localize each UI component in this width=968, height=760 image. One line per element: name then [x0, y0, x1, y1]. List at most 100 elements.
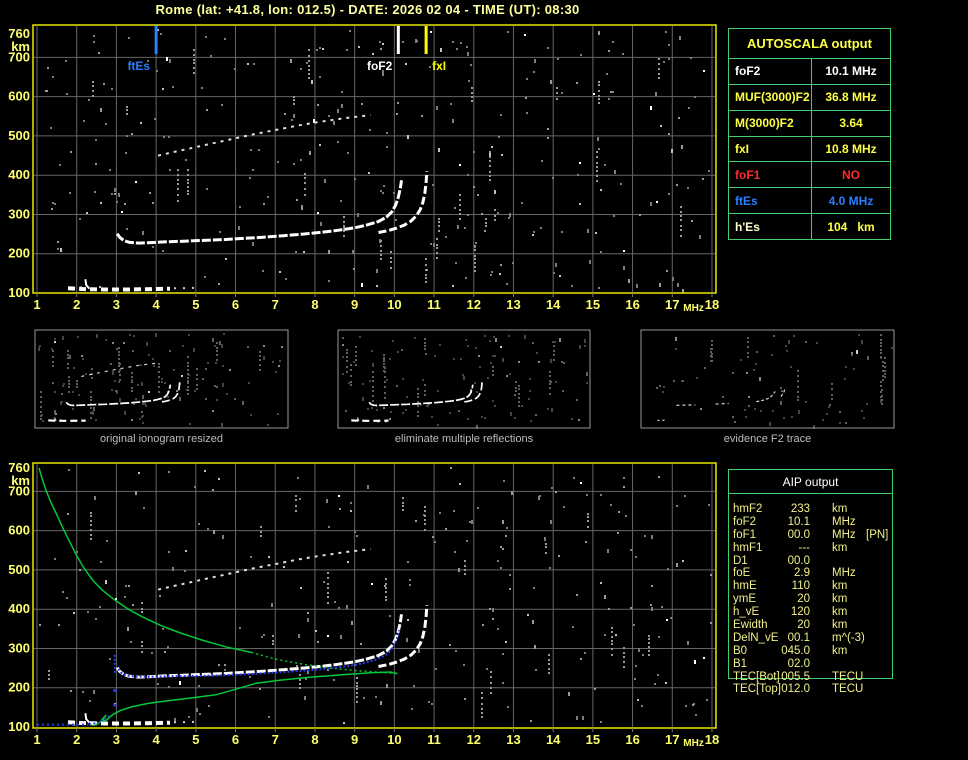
table-row: M(3000)F23.64 [729, 111, 890, 137]
parameter-value: 36.8 MHz [812, 85, 890, 110]
aip-row: DelN_vE00.1m^(-3) [728, 632, 906, 645]
parameter-unit: km [832, 619, 847, 631]
table-row: ftEs4.0 MHz [729, 188, 890, 214]
svg-text:400: 400 [8, 167, 30, 182]
svg-text:100: 100 [8, 719, 30, 734]
table-row: MUF(3000)F236.8 MHz [729, 85, 890, 111]
svg-text:11: 11 [427, 297, 441, 312]
table-row: foF210.1 MHz [729, 59, 890, 85]
parameter-value: 10.1 [750, 516, 810, 528]
parameter-unit: km [832, 606, 847, 618]
svg-text:300: 300 [8, 640, 30, 655]
table-row: fxI10.8 MHz [729, 137, 890, 163]
parameter-note: [PN] [866, 529, 888, 541]
parameter-value: 10.1 MHz [812, 59, 890, 84]
x-axis-unit: MHz [683, 738, 704, 749]
svg-text:13: 13 [506, 732, 520, 747]
noise-dots [39, 467, 712, 726]
svg-text:200: 200 [8, 246, 30, 261]
aip-row: B102.0 [728, 658, 906, 671]
parameter-value: 20 [750, 619, 810, 631]
svg-text:7: 7 [272, 297, 279, 312]
fxi-marker: fxI [426, 26, 446, 73]
parameter-value: 00.1 [750, 632, 810, 644]
parameter-value: 3.64 [812, 111, 890, 136]
aip-row: B0045.0 km [728, 645, 906, 658]
top-ionogram-plot: 123456789101112131415161718MHz7607006005… [8, 25, 719, 314]
parameter-unit: km [832, 542, 847, 554]
parameter-value: 10.8 MHz [812, 137, 890, 162]
x-axis-labels: 123456789101112131415161718MHz [33, 732, 719, 749]
svg-text:10: 10 [387, 297, 401, 312]
svg-text:6: 6 [232, 297, 239, 312]
parameter-unit: km [832, 645, 847, 657]
aip-row: foF210.1MHz [728, 516, 906, 529]
svg-text:6: 6 [232, 732, 239, 747]
parameter-label: B0 [733, 645, 747, 657]
svg-text:2: 2 [73, 297, 80, 312]
svg-text:8: 8 [311, 732, 318, 747]
parameter-unit: km [832, 503, 847, 515]
svg-text:500: 500 [8, 128, 30, 143]
svg-text:8: 8 [311, 297, 318, 312]
svg-text:14: 14 [546, 297, 561, 312]
svg-text:200: 200 [8, 680, 30, 695]
aip-row: h_vE120km [728, 606, 906, 619]
svg-text:2: 2 [73, 732, 80, 747]
parameter-label: MUF(3000)F2 [729, 85, 812, 110]
svg-text:500: 500 [8, 562, 30, 577]
svg-text:12: 12 [467, 297, 481, 312]
parameter-unit: km [832, 580, 847, 592]
aip-row: ymE20km [728, 593, 906, 606]
svg-text:9: 9 [351, 297, 358, 312]
svg-text:100: 100 [8, 285, 30, 300]
panel-traces [658, 388, 786, 420]
aip-table-rows: hmF2233kmfoF210.1MHzfoF100.0MHz[PN]hmF1-… [728, 503, 906, 696]
svg-text:9: 9 [351, 732, 358, 747]
parameter-value: 045.0 [750, 645, 810, 657]
aip-row: hmF2233km [728, 503, 906, 516]
parameter-label: h'Es [729, 214, 812, 239]
parameter-unit: TECU [832, 683, 863, 695]
y-axis-unit: km [11, 39, 30, 54]
autoscala-window: Rome (lat: +41.8, lon: 012.5) - DATE: 20… [0, 0, 968, 755]
y-axis-unit: km [11, 473, 30, 488]
svg-text:4: 4 [153, 297, 161, 312]
parameter-value: 4.0 MHz [812, 188, 890, 213]
svg-text:3: 3 [113, 732, 120, 747]
aip-row: TEC[Bot]005.5TECU [728, 671, 906, 684]
panel-original-ionogram [35, 330, 288, 428]
y-axis-labels: 760700600500400300200100km [8, 460, 30, 734]
parameter-label: ftEs [729, 188, 812, 213]
parameter-value: 00.0 [750, 529, 810, 541]
fof2-marker: foF2 [367, 26, 398, 73]
aip-row: hmE110km [728, 580, 906, 593]
svg-text:15: 15 [586, 732, 600, 747]
parameter-unit: km [832, 593, 847, 605]
parameter-value: 2.9 [750, 567, 810, 579]
parameter-value: 005.5 [750, 671, 810, 683]
parameter-value: 02.0 [750, 658, 810, 670]
parameter-unit: MHz [832, 516, 856, 528]
svg-text:300: 300 [8, 206, 30, 221]
svg-text:11: 11 [427, 732, 441, 747]
aip-row: D100.0 [728, 555, 906, 568]
parameter-value: NO [812, 162, 890, 187]
autoscala-table-header: AUTOSCALA output [729, 29, 890, 59]
panel-caption-evidence: evidence F2 trace [641, 433, 894, 447]
parameter-value: 110 [750, 580, 810, 592]
svg-text:17: 17 [665, 297, 679, 312]
fxi-marker-label: fxI [432, 59, 446, 73]
parameter-label: D1 [733, 555, 748, 567]
parameter-label: B1 [733, 658, 747, 670]
grid-lines [34, 464, 715, 727]
parameter-value: 233 [750, 503, 810, 515]
svg-text:15: 15 [586, 297, 600, 312]
parameter-label: foE [733, 567, 750, 579]
svg-text:5: 5 [192, 297, 199, 312]
parameter-label: fxI [729, 137, 812, 162]
parameter-value: --- [750, 542, 810, 554]
svg-text:3: 3 [113, 297, 120, 312]
station-title: Rome (lat: +41.8, lon: 012.5) - DATE: 20… [0, 2, 735, 17]
panel-caption-original: original ionogram resized [35, 433, 288, 447]
